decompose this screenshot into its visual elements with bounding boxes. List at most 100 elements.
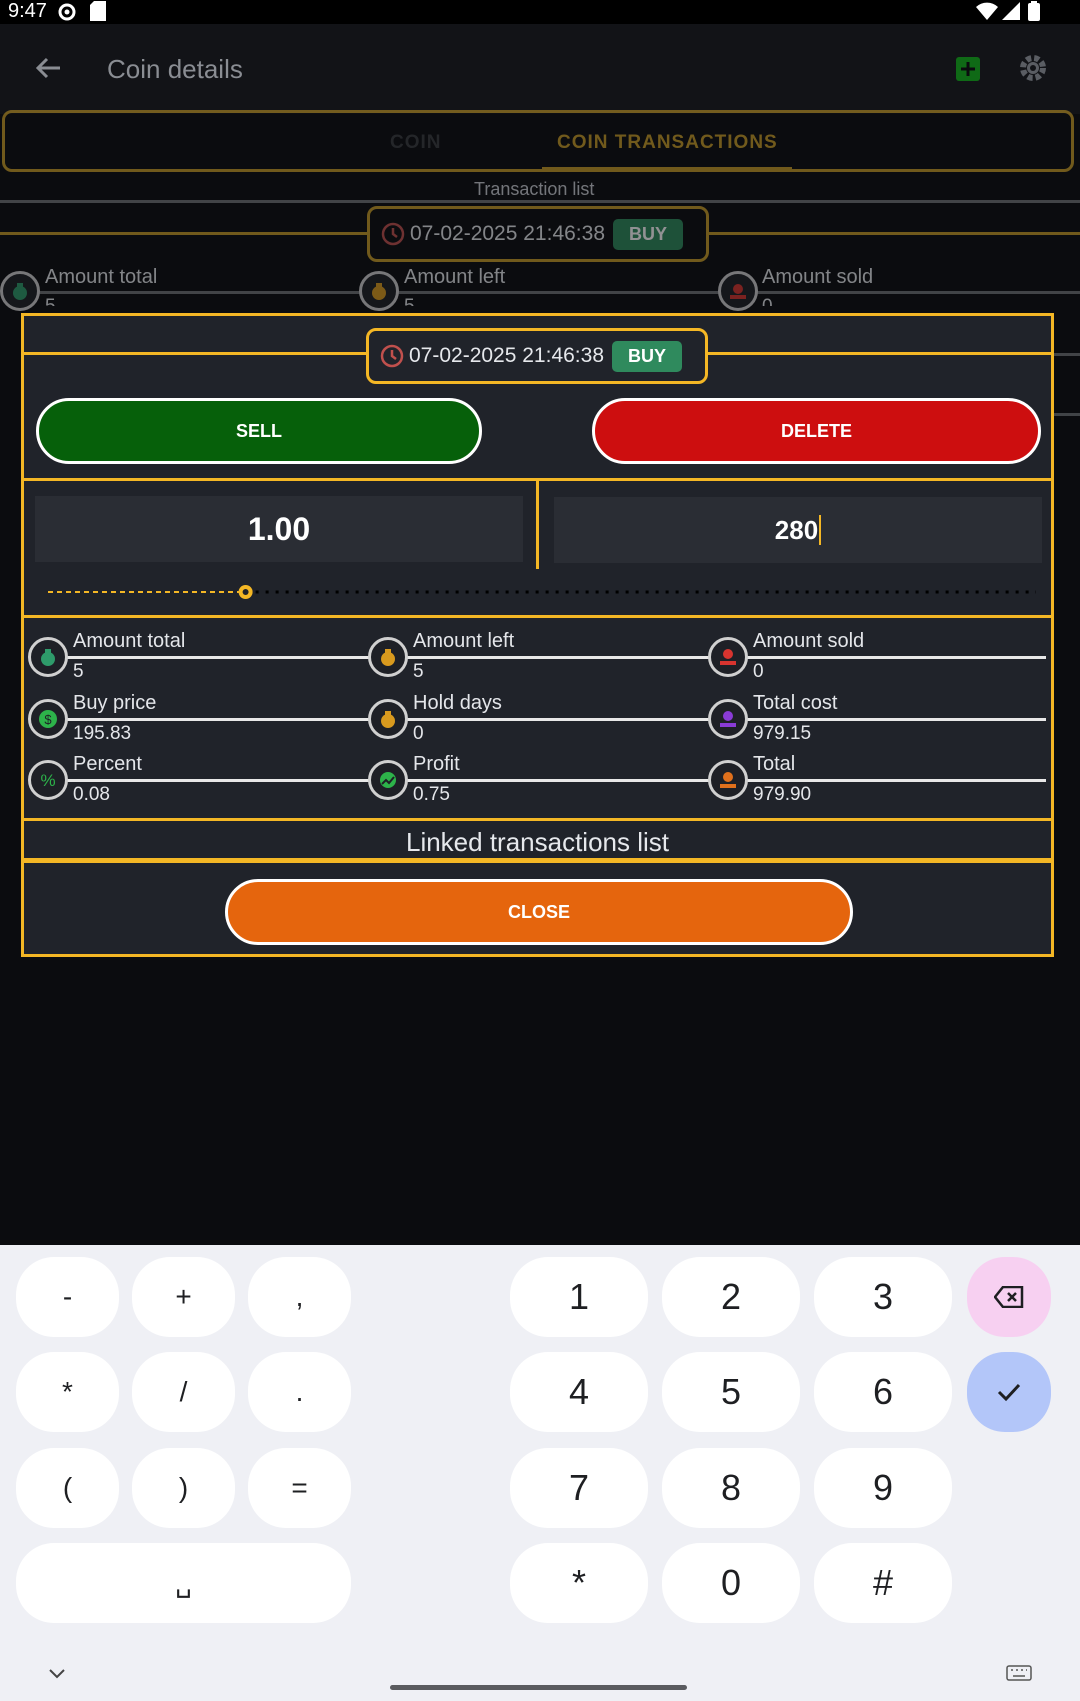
stat-line <box>46 779 1046 782</box>
add-transaction-button[interactable] <box>956 57 980 81</box>
divider <box>0 200 1080 203</box>
key-hash[interactable]: # <box>814 1543 952 1623</box>
buy-badge: BUY <box>612 340 683 372</box>
amount-input[interactable]: 1.00 <box>35 496 523 562</box>
key-slash[interactable]: / <box>132 1352 235 1432</box>
svg-text:$: $ <box>44 712 52 727</box>
stat-label: Amount total <box>45 266 158 288</box>
key-8[interactable]: 8 <box>662 1448 800 1528</box>
key-3[interactable]: 3 <box>814 1257 952 1337</box>
sell-button[interactable]: SELL <box>36 398 482 464</box>
key-6[interactable]: 6 <box>814 1352 952 1432</box>
stat-value: 0 <box>413 723 424 744</box>
stat-line <box>46 718 1046 721</box>
stat-label: Amount left <box>404 266 506 288</box>
stat-label: Hold days <box>413 692 502 714</box>
signal-icon <box>1002 2 1020 20</box>
settings-icon[interactable] <box>1018 53 1048 83</box>
stat-label: Amount sold <box>753 630 865 652</box>
stat-label: Profit <box>413 753 460 775</box>
key-5[interactable]: 5 <box>662 1352 800 1432</box>
transaction-datetime: 07-02-2025 21:46:38 <box>410 222 605 245</box>
svg-text:%: % <box>40 771 55 790</box>
key-1[interactable]: 1 <box>510 1257 648 1337</box>
stat-value: 0 <box>753 661 764 682</box>
key-asterisk[interactable]: * <box>16 1352 119 1432</box>
tab-coin-transactions[interactable]: COIN TRANSACTIONS <box>557 132 778 154</box>
app-bar: Coin details <box>0 24 1080 114</box>
key-0[interactable]: 0 <box>662 1543 800 1623</box>
stat-value: 0 <box>762 296 773 306</box>
stat-line <box>20 291 1080 294</box>
key-7[interactable]: 7 <box>510 1448 648 1528</box>
settings-gear-icon <box>58 3 76 21</box>
keyboard-hide-icon[interactable] <box>48 1668 66 1680</box>
stat-label: Amount left <box>413 630 515 652</box>
tab-indicator <box>542 167 792 170</box>
stat-value: 5 <box>45 296 56 306</box>
enter-key[interactable] <box>967 1352 1051 1432</box>
stat-value: 195.83 <box>73 723 132 744</box>
transaction-datetime: 07-02-2025 21:46:38 <box>409 344 604 367</box>
growth-icon <box>368 760 408 800</box>
stat-label: Buy price <box>73 692 157 714</box>
key-2[interactable]: 2 <box>662 1257 800 1337</box>
key-9[interactable]: 9 <box>814 1448 952 1528</box>
key-close-paren[interactable]: ) <box>132 1448 235 1528</box>
stat-label: Amount sold <box>762 266 874 288</box>
keyboard-switch-icon[interactable] <box>1006 1665 1032 1681</box>
key-space[interactable]: ␣ <box>16 1543 351 1623</box>
back-arrow-icon[interactable] <box>34 54 62 82</box>
transaction-date-chip[interactable]: 07-02-2025 21:46:38 BUY <box>366 328 708 384</box>
battery-icon <box>1028 1 1040 21</box>
gesture-nav-bar[interactable] <box>390 1685 687 1690</box>
divider <box>24 858 1051 863</box>
key-comma[interactable]: , <box>248 1257 351 1337</box>
stat-value: 5 <box>73 661 84 682</box>
wifi-icon <box>976 2 998 20</box>
stat-label: Total <box>753 753 796 775</box>
key-open-paren[interactable]: ( <box>16 1448 119 1528</box>
close-button[interactable]: CLOSE <box>225 879 853 945</box>
money-bag-icon <box>368 699 408 739</box>
clock-icon <box>381 222 405 246</box>
stat-line <box>1054 413 1080 416</box>
amount-slider[interactable] <box>42 582 1042 602</box>
price-input[interactable]: 280 <box>554 497 1042 563</box>
clock-icon <box>380 344 404 368</box>
stat-value: 0.75 <box>413 784 450 805</box>
money-bag-icon <box>28 637 68 677</box>
key-plus[interactable]: + <box>132 1257 235 1337</box>
page-title: Coin details <box>107 54 243 84</box>
divider-vertical <box>536 481 539 569</box>
key-minus[interactable]: - <box>16 1257 119 1337</box>
hand-money-icon <box>718 271 758 311</box>
stat-value: 979.15 <box>753 723 812 744</box>
key-period[interactable]: . <box>248 1352 351 1432</box>
text-cursor <box>819 515 822 545</box>
key-star[interactable]: * <box>510 1543 648 1623</box>
plus-icon <box>961 62 975 76</box>
percent-icon: % <box>28 760 68 800</box>
stat-line <box>1054 353 1080 356</box>
stat-line <box>46 656 1046 659</box>
hand-money-icon <box>708 637 748 677</box>
stat-label: Amount total <box>73 630 186 652</box>
price-input-value: 280 <box>774 514 819 545</box>
backspace-icon <box>994 1286 1024 1308</box>
hand-money-icon <box>708 760 748 800</box>
tab-coin[interactable]: COIN <box>390 132 442 154</box>
key-4[interactable]: 4 <box>510 1352 648 1432</box>
stats-grid: Amount total 5 Amount left 5 Amount sold… <box>24 618 1051 808</box>
numeric-keyboard: - + , * / . ( ) = ␣ 1 2 3 4 5 6 7 8 9 * … <box>0 1245 1080 1701</box>
transaction-date-chip[interactable]: 07-02-2025 21:46:38 BUY <box>367 206 709 262</box>
key-equals[interactable]: = <box>248 1448 351 1528</box>
stat-value: 0.08 <box>73 784 110 805</box>
buy-badge: BUY <box>613 218 684 250</box>
backspace-key[interactable] <box>967 1257 1051 1337</box>
stat-label: Total cost <box>753 692 838 714</box>
slider-thumb-center <box>242 589 249 595</box>
money-bag-icon <box>359 271 399 311</box>
tab-bar: COIN COIN TRANSACTIONS <box>2 110 1074 172</box>
delete-button[interactable]: DELETE <box>592 398 1041 464</box>
